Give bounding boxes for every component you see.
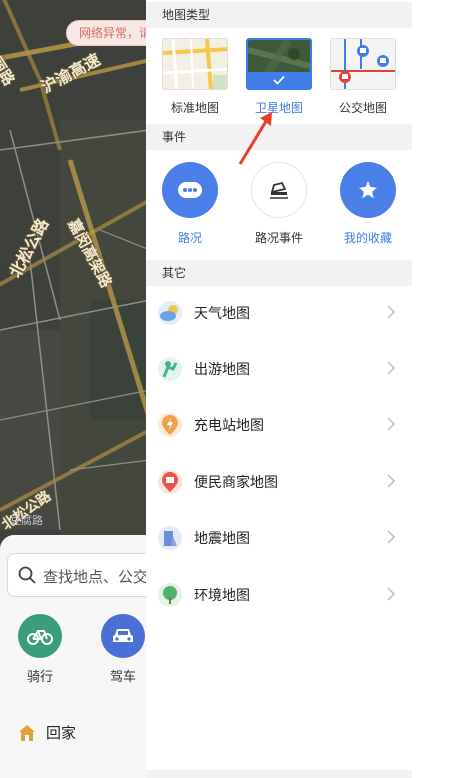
- shop-icon: [158, 470, 182, 494]
- charging-map-item[interactable]: 充电站地图: [146, 397, 412, 453]
- standard-map-thumbnail: [163, 39, 227, 89]
- drive-label: 驾车: [110, 670, 137, 685]
- environment-map-label: 环境地图: [194, 588, 250, 604]
- events-header: 事件: [146, 124, 412, 150]
- ride-button[interactable]: [18, 614, 62, 658]
- environment-icon: [158, 583, 182, 607]
- shop-map-label: 便民商家地图: [194, 475, 278, 491]
- bus-map-thumbnail: [331, 39, 395, 89]
- favorites-toggle[interactable]: [340, 162, 396, 218]
- chevron-right-icon: [387, 530, 396, 544]
- environment-map-item[interactable]: 环境地图: [146, 567, 412, 623]
- earthquake-icon: [158, 526, 182, 550]
- chevron-right-icon: [387, 361, 396, 375]
- earthquake-map-item[interactable]: 地震地图: [146, 510, 412, 566]
- travel-map-item[interactable]: 出游地图: [146, 341, 412, 397]
- search-icon: [18, 566, 36, 584]
- earthquake-map-label: 地震地图: [194, 531, 250, 547]
- charging-icon: [158, 413, 182, 437]
- other-header: 其它: [146, 260, 412, 286]
- favorites-label: 我的收藏: [343, 231, 392, 245]
- search-input[interactable]: 查找地点、公交: [7, 553, 157, 597]
- charging-map-label: 充电站地图: [194, 418, 264, 434]
- traffic-event-label: 路况事件: [254, 231, 303, 245]
- bike-icon: [27, 630, 53, 645]
- traffic-label: 路况: [177, 231, 202, 245]
- check-icon: [273, 75, 285, 85]
- annotation-arrow-icon: [238, 112, 272, 165]
- drive-button[interactable]: [101, 614, 145, 658]
- map-road-label: 豆腐路: [10, 514, 43, 527]
- weather-map-label: 天气地图: [194, 306, 250, 322]
- standard-map-label: 标准地图: [170, 101, 219, 115]
- car-icon: [113, 629, 133, 642]
- go-home-label: 回家: [46, 724, 77, 742]
- chevron-right-icon: [387, 305, 396, 319]
- map-layers-drawer: 地图类型 标准地图 卫星地图 公交地图 事件 路况 路况事件 我的收藏 其它 天…: [146, 0, 461, 778]
- shop-map-item[interactable]: 便民商家地图: [146, 454, 412, 510]
- chevron-right-icon: [387, 587, 396, 601]
- more-dots-icon: [178, 182, 202, 198]
- weather-icon: [158, 301, 182, 325]
- travel-map-label: 出游地图: [194, 362, 250, 378]
- chevron-right-icon: [387, 417, 396, 431]
- home-icon: [19, 724, 35, 741]
- chevron-right-icon: [387, 474, 396, 488]
- ride-label: 骑行: [27, 670, 54, 685]
- go-home-item[interactable]: 回家: [18, 722, 76, 743]
- search-placeholder: 查找地点、公交: [43, 568, 149, 586]
- map-type-header: 地图类型: [146, 2, 412, 28]
- satellite-map-option[interactable]: [246, 38, 312, 90]
- drawer-bottom-bar: [146, 770, 412, 778]
- traffic-event-toggle[interactable]: [251, 162, 307, 218]
- weather-map-item[interactable]: 天气地图: [146, 285, 412, 341]
- bus-map-label: 公交地图: [338, 101, 387, 115]
- bus-map-option[interactable]: [330, 38, 396, 90]
- traffic-event-icon: [270, 181, 288, 199]
- traffic-toggle[interactable]: [162, 162, 218, 218]
- star-icon: [359, 181, 377, 199]
- selected-check: [248, 72, 310, 88]
- standard-map-option[interactable]: [162, 38, 228, 90]
- travel-icon: [158, 357, 182, 381]
